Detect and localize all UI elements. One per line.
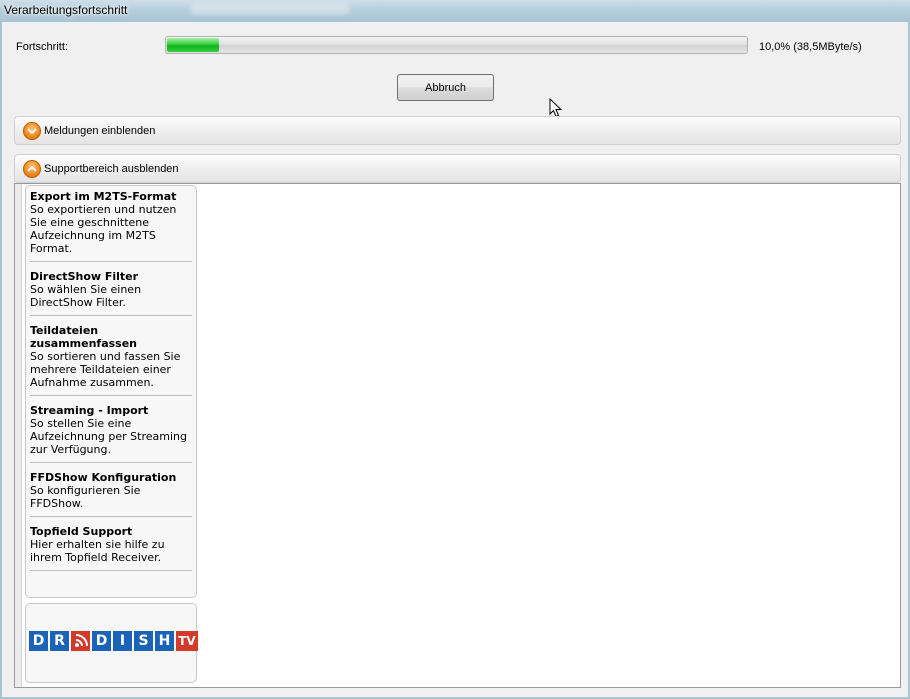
help-topic-title[interactable]: FFDShow Konfiguration [30,471,192,484]
help-topic-description: So konfigurieren Sie FFDShow. [30,484,141,510]
messages-panel-toggle[interactable]: Meldungen einblenden [14,116,901,145]
chevron-up-icon [23,159,41,178]
progress-status-text: 10,0% (38,5MByte/s) [759,41,862,53]
logo-tv-badge: TV [176,631,198,651]
progress-label: Fortschritt: [16,41,68,53]
logo-letter: D [29,631,48,651]
help-topic-description: So exportieren und nutzen Sie eine gesch… [30,203,177,255]
logo-letter: H [155,631,174,651]
help-topic-description: So wählen Sie einen DirectShow Filter. [30,283,142,309]
help-topic-title[interactable]: Teildateien zusammenfassen [30,324,192,350]
help-topic-item[interactable]: Topfield Support Hier erhalten sie hilfe… [30,523,192,571]
abort-button[interactable]: Abbruch [397,74,494,101]
support-splitter[interactable] [15,184,22,687]
window-title: Verarbeitungsfortschritt [4,3,128,17]
mouse-pointer-icon [549,98,563,118]
help-topic-item[interactable]: Export im M2TS-Format So exportieren und… [30,188,192,262]
drdish-tv-logo: D R D I S H TV [29,631,198,651]
help-topic-item[interactable]: DirectShow Filter So wählen Sie einen Di… [30,268,192,316]
help-topic-item[interactable]: FFDShow Konfiguration So konfigurieren S… [30,469,192,517]
help-topic-item[interactable]: Streaming - Import So stellen Sie eine A… [30,402,192,463]
progress-bar [165,36,748,54]
help-topic-description: So sortieren und fassen Sie mehrere Teil… [30,350,181,389]
help-topic-list: Export im M2TS-Format So exportieren und… [25,185,197,598]
help-topic-title[interactable]: DirectShow Filter [30,270,192,283]
help-topic-title[interactable]: Export im M2TS-Format [30,190,192,203]
messages-panel-label: Meldungen einblenden [44,124,156,137]
help-topic-description: So stellen Sie eine Aufzeichnung per Str… [30,417,187,456]
help-topic-title[interactable]: Topfield Support [30,525,192,538]
help-topic-title[interactable]: Streaming - Import [30,404,192,417]
logo-letter: I [113,631,132,651]
logo-letter: S [134,631,153,651]
satellite-dish-icon [71,631,90,651]
help-topic-item[interactable]: Teildateien zusammenfassen So sortieren … [30,322,192,396]
dialog-body: Fortschritt: 10,0% (38,5MByte/s) Abbruch… [0,22,910,699]
logo-letter: R [50,631,69,651]
title-bar-glass [190,3,350,15]
support-panel-label: Supportbereich ausblenden [44,162,179,175]
support-panel-toggle[interactable]: Supportbereich ausblenden [14,154,901,183]
support-area: Export im M2TS-Format So exportieren und… [14,183,901,688]
help-topic-description: Hier erhalten sie hilfe zu ihrem Topfiel… [30,538,165,564]
progress-bar-fill [167,38,220,52]
title-bar: Verarbeitungsfortschritt [0,0,910,22]
sponsor-logo-box[interactable]: D R D I S H TV [25,603,198,683]
logo-letter: D [92,631,111,651]
chevron-down-icon [23,121,41,140]
